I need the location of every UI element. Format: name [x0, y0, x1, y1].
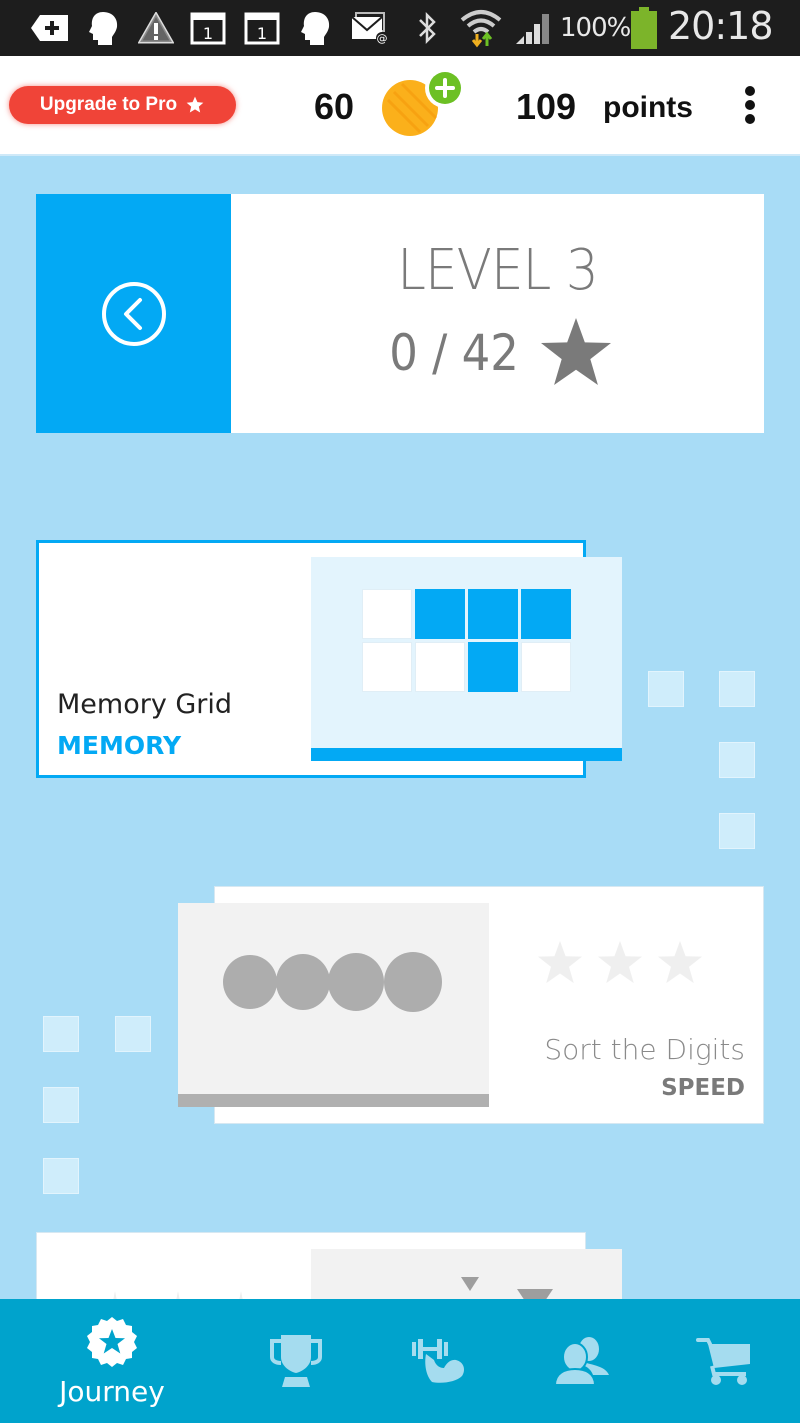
star-icon	[540, 318, 611, 385]
decorative-square	[43, 1158, 79, 1194]
level-card: LEVEL 3 0 / 42	[36, 194, 764, 433]
memory-grid-preview[interactable]	[311, 557, 622, 761]
nav-friends[interactable]	[512, 1299, 652, 1423]
star-icon	[538, 941, 582, 984]
nav-training[interactable]	[370, 1299, 510, 1423]
signal-icon	[514, 10, 554, 46]
status-bar: 1 1 @ 100% 20:18	[0, 0, 800, 56]
bottom-navigation: Journey	[0, 1299, 800, 1423]
stars-progress-text: 0 / 42	[389, 324, 520, 382]
decorative-square	[115, 1016, 151, 1052]
email-icon: @	[350, 10, 390, 46]
star-icon	[658, 941, 702, 984]
back-button[interactable]	[36, 194, 231, 433]
game-category: MEMORY	[57, 731, 182, 760]
game-category: SPEED	[661, 1075, 745, 1101]
decorative-square	[43, 1016, 79, 1052]
digits-circles-illustration	[223, 952, 442, 1012]
dumbbell-arm-icon	[412, 1339, 464, 1383]
decorative-square	[43, 1087, 79, 1123]
chevron-left-circle-icon	[101, 281, 166, 346]
upgrade-to-pro-button[interactable]: Upgrade to Pro	[9, 86, 236, 124]
badge-star-icon	[87, 1316, 137, 1367]
preview-accent-bar	[311, 748, 622, 761]
warning-icon	[138, 10, 174, 46]
trophy-icon	[270, 1335, 322, 1387]
level-title: LEVEL 3	[397, 238, 598, 303]
battery-percent: 100%	[560, 13, 631, 43]
dot	[745, 86, 755, 96]
wifi-icon	[460, 10, 502, 48]
coins-count: 60	[314, 86, 355, 127]
sort-the-digits-preview[interactable]	[178, 903, 489, 1107]
calendar-icon: 1	[190, 10, 226, 46]
app-header: Upgrade to Pro 60 109 points	[0, 56, 800, 156]
more-options-button[interactable]	[735, 80, 765, 130]
friends-icon	[553, 1337, 609, 1386]
add-notification-icon	[30, 10, 70, 46]
grid-cell-empty	[521, 642, 571, 692]
head-icon	[298, 10, 332, 46]
nav-trophy[interactable]	[226, 1299, 366, 1423]
clock: 20:18	[668, 4, 774, 48]
battery-icon	[630, 6, 658, 50]
coin-icon	[382, 72, 461, 136]
memory-grid-illustration	[362, 589, 571, 692]
grid-cell-empty	[362, 642, 412, 692]
points-label: points	[603, 91, 693, 124]
points-count: 109	[516, 86, 577, 127]
svg-text:1: 1	[257, 24, 267, 43]
grid-cell-empty	[362, 589, 412, 639]
decorative-square	[719, 671, 755, 707]
dot	[745, 114, 755, 124]
bluetooth-icon	[414, 10, 440, 46]
svg-text:1: 1	[203, 24, 213, 43]
grid-cell-empty	[415, 642, 465, 692]
level-stars-progress: 0 / 42	[231, 318, 764, 388]
dot	[745, 100, 755, 110]
preview-accent-bar	[178, 1094, 489, 1107]
decorative-square	[719, 742, 755, 778]
game-stars-rating	[537, 941, 703, 985]
grid-cell-filled	[415, 589, 465, 639]
star-icon	[186, 96, 204, 113]
cart-icon	[696, 1338, 750, 1385]
upgrade-label: Upgrade to Pro	[39, 94, 178, 115]
decorative-square	[648, 671, 684, 707]
calendar-icon: 1	[244, 10, 280, 46]
decorative-square	[719, 813, 755, 849]
head-icon	[86, 10, 120, 46]
nav-shop[interactable]	[655, 1299, 795, 1423]
add-coins-button[interactable]	[380, 70, 464, 150]
nav-journey[interactable]: Journey	[42, 1299, 182, 1423]
grid-cell-filled	[521, 589, 571, 639]
nav-label: Journey	[59, 1374, 165, 1408]
star-icon	[598, 941, 642, 984]
game-name: Sort the Digits	[544, 1033, 745, 1066]
grid-cell-filled	[468, 642, 518, 692]
game-name: Memory Grid	[57, 689, 233, 720]
grid-cell-filled	[468, 589, 518, 639]
svg-text:@: @	[377, 32, 388, 45]
